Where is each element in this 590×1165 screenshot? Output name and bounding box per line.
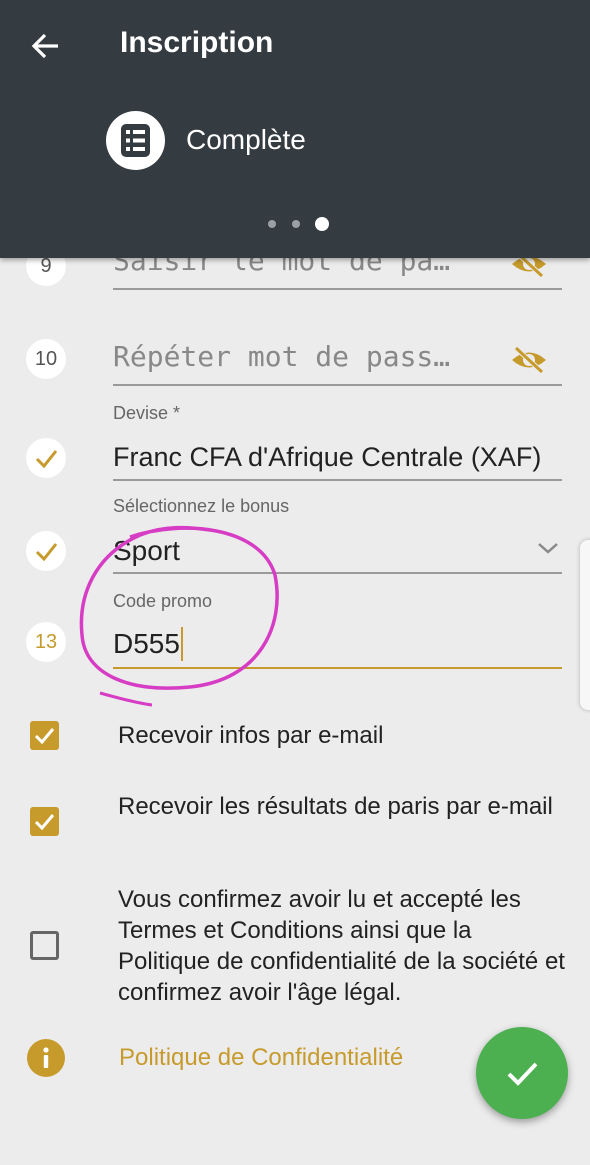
repeat-password-underline xyxy=(113,384,562,386)
check-icon xyxy=(507,1062,538,1086)
currency-select[interactable]: Franc CFA d'Afrique Centrale (XAF) xyxy=(113,442,562,473)
submit-button[interactable] xyxy=(476,1027,568,1119)
repeat-password-input[interactable]: Répéter mot de pass… xyxy=(113,340,562,373)
checkbox-email-info-label: Recevoir infos par e-mail xyxy=(118,722,384,749)
step-dot-3-active xyxy=(315,217,329,231)
step-number-10: 10 xyxy=(26,339,66,379)
eye-off-icon[interactable] xyxy=(510,345,548,375)
currency-underline xyxy=(113,479,562,481)
step-label: Complète xyxy=(186,124,306,155)
checkbox-terms-label: Vous confirmez avoir lu et accepté les T… xyxy=(118,886,565,1006)
checkbox-bet-results-label: Recevoir les résultats de paris par e-ma… xyxy=(118,793,553,820)
chevron-down-icon[interactable] xyxy=(536,540,560,556)
currency-label: Devise * xyxy=(113,403,181,423)
page-title: Inscription xyxy=(120,26,274,59)
step-dot-1 xyxy=(268,220,276,228)
app-header: Inscription Complète xyxy=(0,0,590,258)
side-edge-handle xyxy=(580,540,590,710)
currency-value: Franc CFA d'Afrique Centrale (XAF) xyxy=(113,442,542,472)
list-icon xyxy=(106,111,165,170)
info-icon xyxy=(27,1039,65,1077)
bonus-label: Sélectionnez le bonus xyxy=(113,496,290,516)
checkbox-bet-results[interactable] xyxy=(30,807,59,836)
step-dot-2 xyxy=(292,220,300,228)
privacy-policy-link[interactable]: Politique de Confidentialité xyxy=(119,1044,403,1072)
annotation-circle xyxy=(79,525,279,707)
step-number-13: 13 xyxy=(26,622,66,662)
checkbox-email-info[interactable] xyxy=(30,721,59,750)
check-icon-bonus xyxy=(26,531,66,571)
checkbox-terms[interactable] xyxy=(30,931,59,960)
repeat-password-placeholder: Répéter mot de pass… xyxy=(113,340,451,373)
password-underline xyxy=(113,288,562,290)
back-arrow-icon[interactable] xyxy=(28,28,64,64)
check-icon-currency xyxy=(26,438,66,478)
